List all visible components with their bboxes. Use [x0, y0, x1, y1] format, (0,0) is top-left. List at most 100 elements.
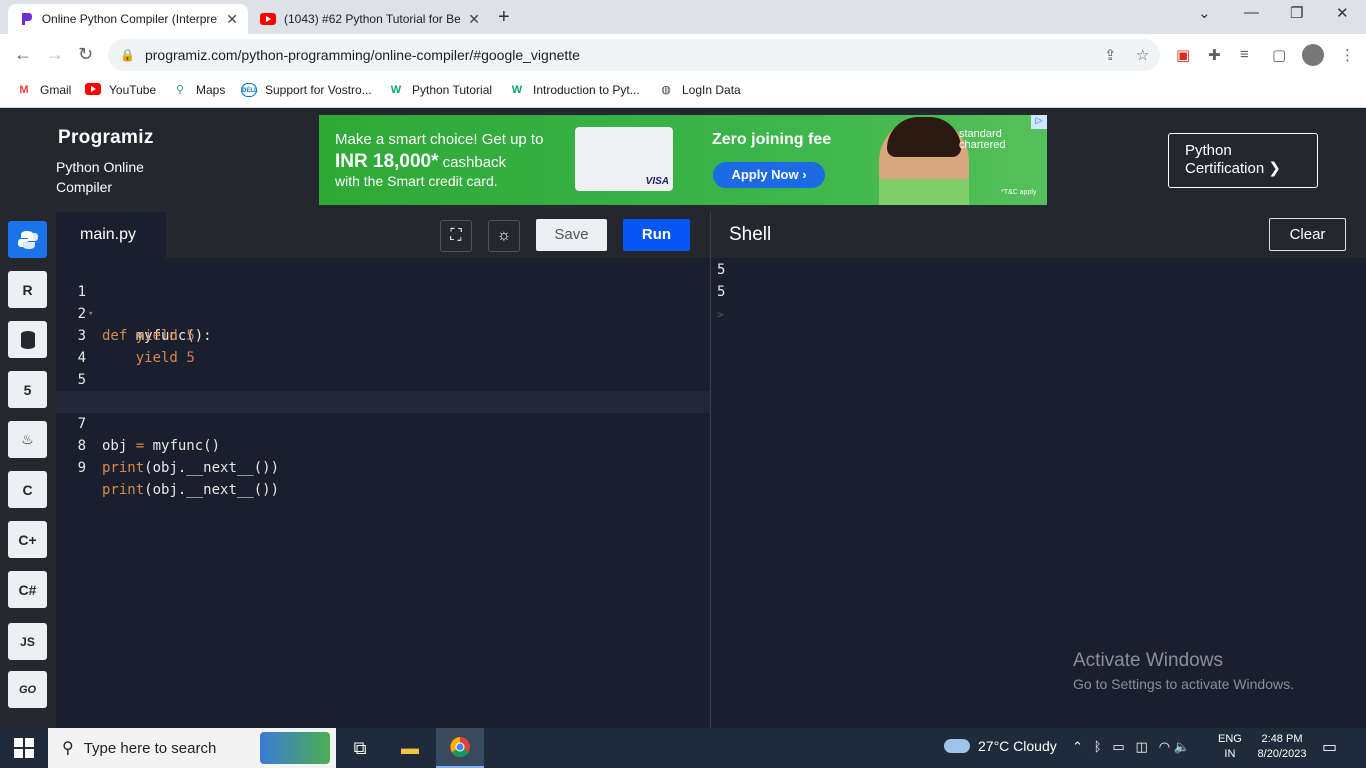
watermark-subtitle: Go to Settings to activate Windows. [1073, 676, 1294, 692]
javascript-icon[interactable]: JS [8, 623, 47, 660]
bookmark-label: YouTube [109, 83, 157, 97]
profile-avatar[interactable] [1302, 44, 1324, 66]
bookmark-login-data[interactable]: ◍ LogIn Data [658, 83, 741, 97]
bluetooth-icon[interactable]: ᛒ [1094, 739, 1102, 754]
ad-line-1: Make a smart choice! Get up to [335, 131, 544, 148]
share-icon[interactable]: ⇪ [1104, 46, 1117, 64]
lock-icon: 🔒 [120, 48, 135, 62]
code-area[interactable]: 1 ▾ def myfunc(): 2 yield 5 3 yield 5 4 … [56, 259, 710, 498]
code-line-current: 7 obj = myfunc() [56, 391, 710, 454]
cloud-icon [944, 739, 970, 753]
extensions-icon[interactable]: ✚ [1208, 46, 1221, 64]
url-field[interactable]: 🔒 programiz.com/python-programming/onlin… [108, 39, 1160, 71]
ad-person-image [879, 117, 969, 205]
weather-widget[interactable]: 27°C Cloudy [944, 738, 1057, 754]
clock-date: 8/20/2023 [1257, 748, 1307, 760]
maps-icon: ⚲ [175, 84, 185, 96]
bookmark-gmail[interactable]: M Gmail [16, 83, 71, 97]
cpp-icon[interactable]: C+ [8, 521, 47, 558]
taskbar-search-box[interactable]: ⚲ Type here to search [48, 728, 336, 768]
python-icon[interactable] [8, 221, 47, 258]
restore-icon[interactable]: ❐ [1290, 4, 1303, 22]
address-bar-row: ← → ↻ 🔒 programiz.com/python-programming… [0, 34, 1366, 76]
shell-title: Shell [729, 224, 772, 245]
chrome-taskbar-icon[interactable] [436, 728, 484, 768]
meet-icon[interactable]: ◫ [1136, 739, 1148, 754]
battery-icon[interactable]: ▭ [1112, 739, 1124, 754]
code-line: 4 [56, 325, 710, 366]
ad-line-3: with the Smart credit card. [335, 173, 498, 189]
file-tab-main-py[interactable]: main.py [56, 212, 166, 258]
go-icon[interactable]: GO [8, 671, 47, 708]
volume-icon[interactable]: 🔈 [1174, 739, 1190, 754]
ad-cashback: cashback [438, 154, 507, 171]
csharp-icon[interactable]: C# [8, 571, 47, 608]
bookmark-label: Gmail [40, 83, 72, 97]
browser-tab-bar: Online Python Compiler (Interpreter) ✕ (… [0, 0, 1366, 34]
c-language-icon[interactable]: C [8, 471, 47, 508]
system-tray[interactable]: ⌃ ᛒ ▭ ◫ ◠ 🔈 [1072, 739, 1190, 755]
windows-taskbar: ⚲ Type here to search ⧉ ▬ 27°C Cloudy ⌃ … [0, 728, 1366, 768]
adchoices-icon[interactable]: ▷ [1031, 115, 1047, 129]
bookmark-youtube[interactable]: YouTube [85, 83, 156, 97]
browser-tab-programiz[interactable]: Online Python Compiler (Interpreter) ✕ [8, 4, 248, 34]
w3schools-icon: W [511, 84, 523, 96]
shell-toolbar: Shell Clear [711, 212, 1366, 258]
shell-prompt-line: > [717, 303, 725, 325]
html5-icon[interactable]: 5 [8, 371, 47, 408]
ad-terms: *T&C apply [1001, 189, 1037, 196]
theme-toggle-icon[interactable]: ☼ [488, 220, 520, 252]
bookmark-intro-python[interactable]: W Introduction to Pyt... [509, 83, 640, 97]
credit-card-image: VISA [575, 127, 673, 191]
bookmark-python-tutorial[interactable]: W Python Tutorial [388, 83, 492, 97]
input-language-indicator[interactable]: ENG IN [1218, 732, 1242, 762]
wifi-icon[interactable]: ◠ [1159, 739, 1170, 754]
forward-icon[interactable]: → [46, 44, 64, 65]
back-icon[interactable]: ← [14, 44, 32, 65]
file-explorer-icon[interactable]: ▬ [386, 728, 434, 768]
side-panel-icon[interactable]: ▢ [1272, 46, 1286, 64]
bookmark-maps[interactable]: ⚲ Maps [172, 83, 225, 97]
reload-icon[interactable]: ↻ [78, 44, 93, 65]
programiz-logo[interactable]: Programiz [58, 127, 154, 149]
taskbar-clock[interactable]: 2:48 PM 8/20/2023 [1252, 732, 1312, 762]
shell-output[interactable]: 5 5 > [717, 259, 725, 325]
page-subtitle: Python Online Compiler [56, 159, 144, 195]
bookmark-dell-support[interactable]: DELL Support for Vostro... [241, 83, 372, 97]
close-tab-icon[interactable]: ✕ [468, 11, 480, 28]
close-window-icon[interactable]: ✕ [1336, 4, 1349, 22]
sql-database-icon[interactable] [8, 321, 47, 358]
media-icon[interactable]: ≡ [1240, 46, 1249, 63]
run-button[interactable]: Run [623, 219, 690, 251]
search-icon: ⚲ [62, 740, 74, 757]
python-certification-button[interactable]: Python Certification ❯ [1168, 133, 1318, 188]
browser-tab-youtube[interactable]: (1043) #62 Python Tutorial for Beginners… [250, 4, 490, 34]
site-header: Programiz Python Online Compiler Make a … [0, 109, 1366, 212]
notification-icon[interactable]: ▭ [1322, 737, 1337, 757]
lang-code: ENG [1218, 733, 1242, 745]
close-tab-icon[interactable]: ✕ [226, 11, 238, 28]
code-line: 9 print(obj.__next__()) [56, 435, 710, 498]
task-view-icon[interactable]: ⧉ [336, 728, 384, 768]
fullscreen-icon[interactable]: ⛶ [440, 220, 472, 252]
new-tab-icon[interactable]: + [498, 6, 510, 29]
save-button[interactable]: Save [536, 219, 607, 251]
java-icon[interactable]: ♨ [8, 421, 47, 458]
code-line: 2 yield 5 [56, 281, 710, 344]
code-line: 6 [56, 369, 710, 410]
chevron-up-icon[interactable]: ⌃ [1072, 739, 1083, 754]
clear-button[interactable]: Clear [1269, 218, 1346, 251]
card-brand: VISA [645, 176, 669, 187]
advertisement-banner[interactable]: Make a smart choice! Get up to INR 18,00… [319, 115, 1047, 205]
minimize-icon[interactable]: — [1244, 4, 1259, 21]
bookmark-label: Python Tutorial [412, 83, 493, 97]
menu-icon[interactable]: ⋮ [1340, 46, 1355, 64]
bookmark-label: LogIn Data [682, 83, 741, 97]
extension-red-icon[interactable]: ▣ [1176, 46, 1190, 64]
r-language-icon[interactable]: R [8, 271, 47, 308]
windows-start-icon[interactable] [14, 738, 34, 758]
tab-search-icon[interactable]: ⌄ [1198, 4, 1211, 22]
url-text: programiz.com/python-programming/online-… [144, 47, 580, 63]
star-icon[interactable]: ☆ [1136, 46, 1149, 64]
apply-now-button[interactable]: Apply Now › [713, 162, 825, 188]
